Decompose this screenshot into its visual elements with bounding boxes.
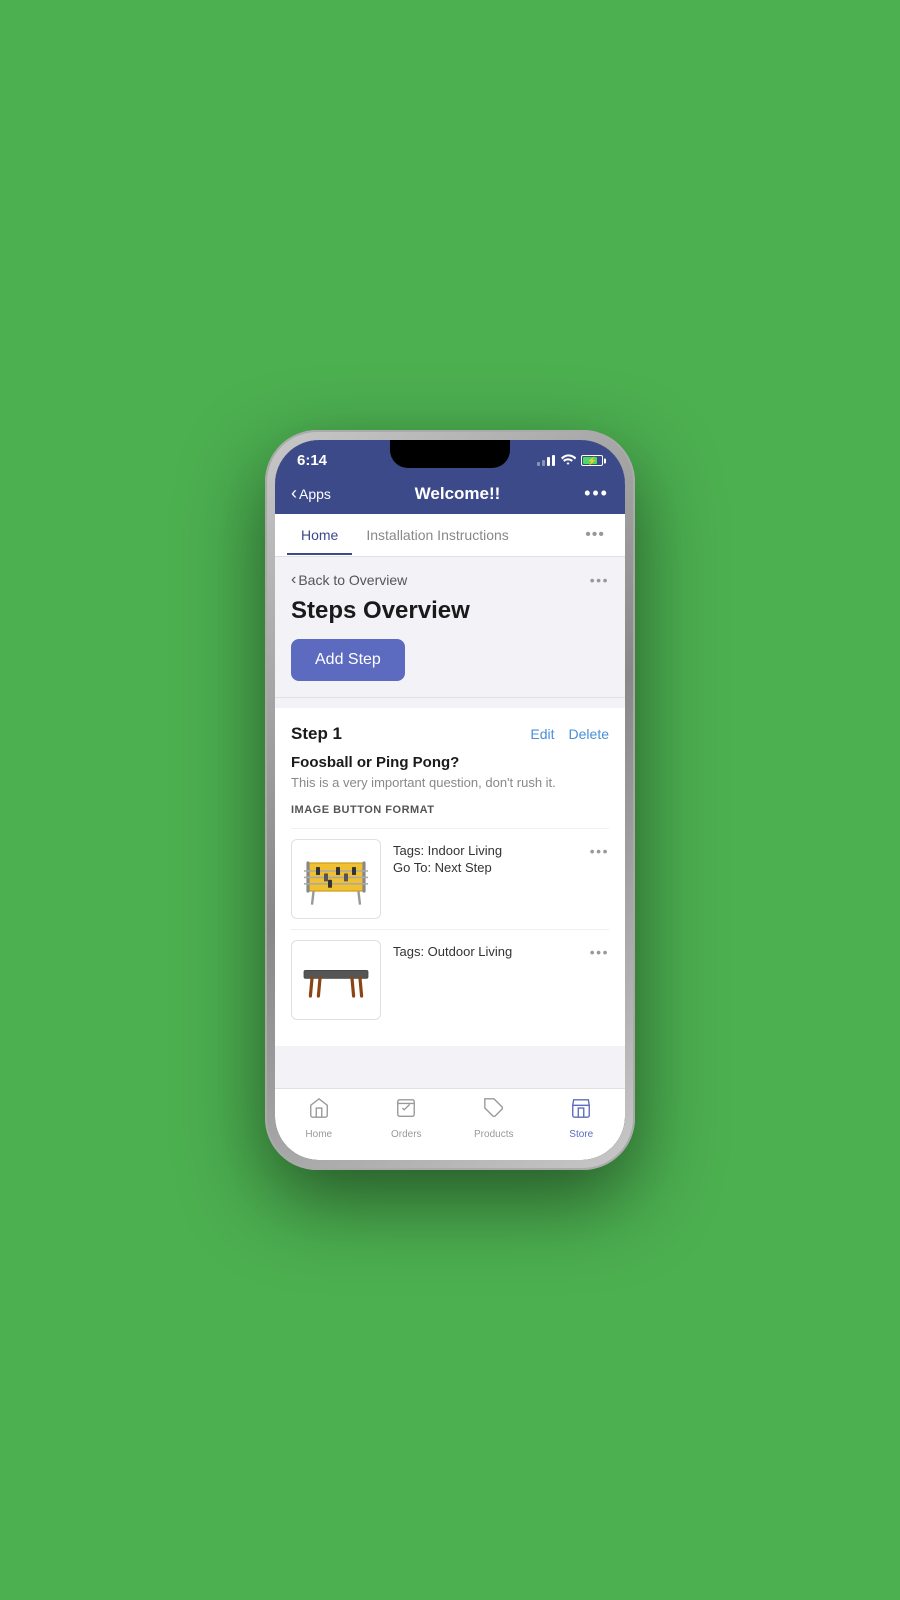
tab-installation[interactable]: Installation Instructions <box>352 515 522 555</box>
bottom-nav-orders[interactable]: Orders <box>363 1097 451 1140</box>
bottom-nav-home[interactable]: Home <box>275 1097 363 1140</box>
tab-home[interactable]: Home <box>287 515 352 555</box>
bottom-nav-products[interactable]: Products <box>450 1097 538 1140</box>
step-1-question: Foosball or Ping Pong? <box>291 754 609 771</box>
bottom-nav-products-label: Products <box>474 1129 513 1140</box>
image-btn-2-more[interactable]: ••• <box>590 940 609 960</box>
status-icons: ⚡ <box>537 453 603 468</box>
tabs-more-button[interactable]: ••• <box>577 514 613 556</box>
bottom-nav-store-label: Store <box>569 1129 593 1140</box>
orders-nav-icon <box>395 1097 417 1125</box>
store-nav-icon <box>570 1097 592 1125</box>
nav-more-button[interactable]: ••• <box>584 483 609 504</box>
steps-title: Steps Overview <box>291 597 609 625</box>
step-1-delete-button[interactable]: Delete <box>569 726 609 742</box>
step-1-actions: Edit Delete <box>530 726 609 742</box>
table-image <box>291 940 381 1020</box>
tabs-bar: Home Installation Instructions ••• <box>275 514 625 557</box>
battery-icon: ⚡ <box>581 455 603 466</box>
signal-icon <box>537 455 555 466</box>
nav-title: Welcome!! <box>415 484 501 504</box>
image-btn-1-more[interactable]: ••• <box>590 839 609 859</box>
bottom-nav-home-label: Home <box>305 1129 332 1140</box>
step-1-edit-button[interactable]: Edit <box>530 726 554 742</box>
back-button[interactable]: ‹ Apps <box>291 483 331 504</box>
back-to-overview-link[interactable]: ‹ Back to Overview <box>291 571 407 589</box>
home-nav-icon <box>308 1097 330 1125</box>
step-1-card: Step 1 Edit Delete Foosball or Ping Pong… <box>275 708 625 1046</box>
bottom-nav-orders-label: Orders <box>391 1129 422 1140</box>
back-chevron-icon: ‹ <box>291 571 296 589</box>
bottom-nav: Home Orders <box>275 1088 625 1160</box>
step-1-description: This is a very important question, don't… <box>291 775 609 790</box>
wifi-icon <box>560 453 576 468</box>
foosball-image <box>291 839 381 919</box>
steps-overview-header: ‹ Back to Overview ••• Steps Overview Ad… <box>275 557 625 698</box>
back-to-overview-row: ‹ Back to Overview ••• <box>291 571 609 589</box>
step-1-number: Step 1 <box>291 724 342 744</box>
image-btn-1-goto: Go To: Next Step <box>393 860 502 875</box>
format-label: IMAGE BUTTON FORMAT <box>291 804 609 816</box>
add-step-button[interactable]: Add Step <box>291 639 405 681</box>
bottom-nav-store[interactable]: Store <box>538 1097 626 1140</box>
image-button-2[interactable]: Tags: Outdoor Living ••• <box>291 929 609 1030</box>
status-time: 6:14 <box>297 452 327 469</box>
nav-bar: ‹ Apps Welcome!! ••• <box>275 475 625 514</box>
products-nav-icon <box>483 1097 505 1125</box>
image-button-1[interactable]: Tags: Indoor Living Go To: Next Step ••• <box>291 828 609 929</box>
content-area: ‹ Back to Overview ••• Steps Overview Ad… <box>275 557 625 1088</box>
back-arrow-icon: ‹ <box>291 483 297 504</box>
image-btn-2-tags: Tags: Outdoor Living <box>393 944 512 959</box>
back-label: Apps <box>299 486 331 502</box>
overview-more-button[interactable]: ••• <box>590 572 609 588</box>
step-1-header: Step 1 Edit Delete <box>291 724 609 744</box>
image-btn-1-tags: Tags: Indoor Living <box>393 843 502 858</box>
